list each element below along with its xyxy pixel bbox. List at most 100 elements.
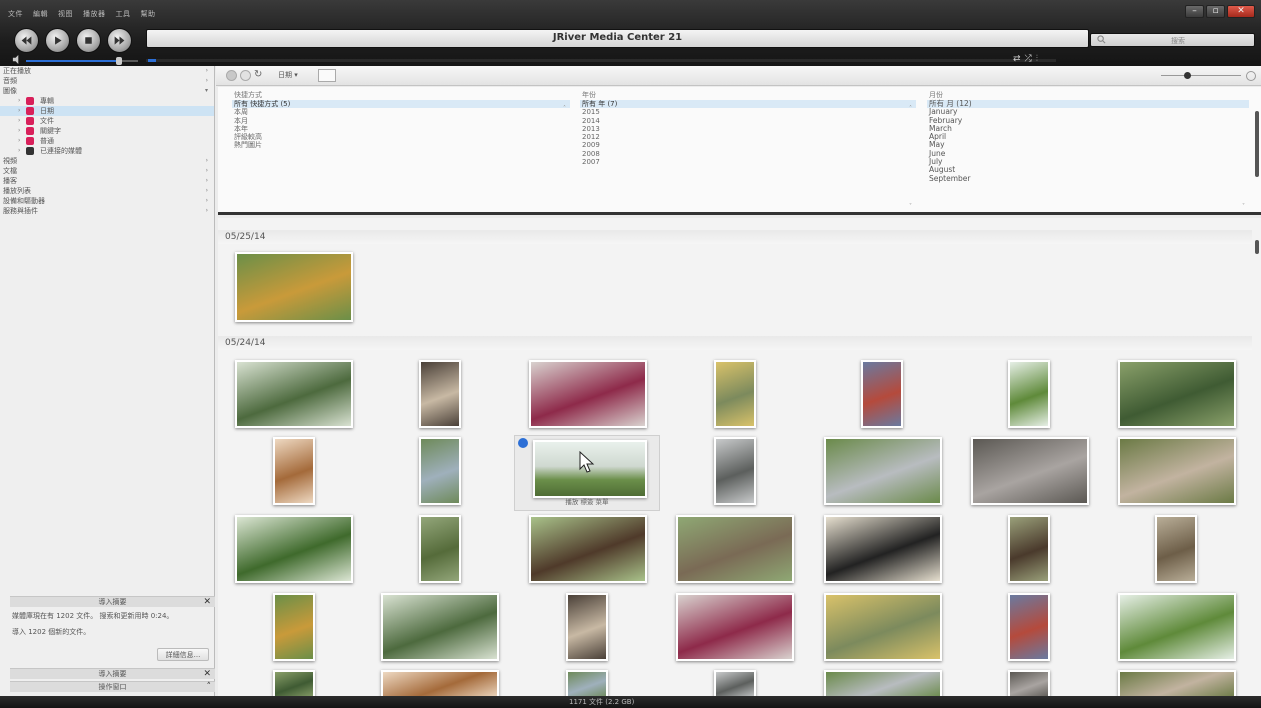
action-window-tab[interactable]: 操作窗口 ˄ (10, 681, 215, 692)
photo-thumbnail[interactable] (381, 670, 499, 696)
chevron-up-icon[interactable]: ˄ (909, 105, 912, 112)
category-item[interactable]: 本周 (232, 108, 570, 116)
photo-thumbnail[interactable] (235, 515, 353, 583)
photo-thumbnail[interactable] (273, 437, 315, 505)
category-item[interactable]: June (927, 149, 1249, 158)
category-item[interactable]: 2013 (580, 125, 916, 133)
sidebar-item[interactable]: 圖像 ▾ (0, 86, 214, 96)
sidebar-item[interactable]: 文檔 › (0, 166, 214, 176)
sidebar-item[interactable]: › 日期 (0, 106, 214, 116)
next-button[interactable] (107, 28, 132, 53)
volume-track[interactable] (26, 57, 138, 65)
photo-thumbnail[interactable] (529, 360, 647, 428)
close-button[interactable]: ✕ (1227, 5, 1255, 18)
photo-thumbnail[interactable] (824, 515, 942, 583)
restore-button[interactable]: ▫ (1206, 5, 1225, 18)
sidebar-item[interactable]: › 關鍵字 (0, 126, 214, 136)
category-item[interactable]: 2009 (580, 141, 916, 149)
equalizer-icon[interactable]: ⫶ (1036, 54, 1038, 64)
photo-thumbnail[interactable] (273, 670, 315, 696)
playback-progress[interactable] (146, 59, 1056, 62)
chevron-icon[interactable]: › (206, 166, 208, 176)
category-item[interactable]: 2014 (580, 117, 916, 125)
sidebar-item[interactable]: › 文件 (0, 116, 214, 126)
photo-thumbnail[interactable] (676, 593, 794, 661)
photo-thumbnail[interactable] (566, 670, 608, 696)
photo-thumbnail[interactable] (1118, 670, 1236, 696)
photo-thumbnail[interactable] (714, 360, 756, 428)
details-button[interactable]: 詳細信息... (157, 648, 209, 661)
close-icon[interactable]: ✕ (203, 597, 211, 608)
sidebar-item[interactable]: › 普通 (0, 136, 214, 146)
zoom-reset-icon[interactable] (1246, 71, 1256, 81)
sidebar-item[interactable]: › 已連接的媒體 (0, 146, 214, 156)
chevron-icon[interactable]: › (206, 76, 208, 86)
photo-thumbnail[interactable] (824, 437, 942, 505)
minimize-button[interactable]: – (1185, 5, 1204, 18)
search-input[interactable]: 搜索 (1090, 33, 1255, 47)
expand-icon[interactable]: › (18, 96, 20, 106)
photo-thumbnail[interactable] (273, 593, 315, 661)
photo-thumbnail[interactable] (529, 515, 647, 583)
sidebar-item[interactable]: 視頻 › (0, 156, 214, 166)
photo-thumbnail[interactable] (1008, 360, 1050, 428)
chevron-icon[interactable]: ▾ (205, 86, 208, 96)
photo-thumbnail[interactable] (419, 360, 461, 428)
chevron-icon[interactable]: › (206, 156, 208, 166)
chevron-up-icon[interactable]: ˄ (563, 105, 566, 112)
magnify-icon[interactable] (518, 438, 528, 448)
menu-file[interactable]: 文件 (8, 9, 23, 23)
category-item[interactable]: March (927, 124, 1249, 133)
category-item[interactable]: April (927, 132, 1249, 141)
category-item[interactable]: February (927, 116, 1249, 125)
category-item[interactable]: 所有 快捷方式 (5) (232, 100, 570, 109)
photo-thumbnail[interactable] (1118, 437, 1236, 505)
category-item[interactable]: 2015 (580, 108, 916, 116)
volume-knob[interactable] (116, 57, 122, 65)
menu-help[interactable]: 幫助 (141, 9, 156, 23)
stop-button[interactable] (76, 28, 101, 53)
import-summary-tab[interactable]: 導入摘要 ✕ (10, 668, 215, 679)
photo-thumbnail[interactable] (419, 515, 461, 583)
photo-thumbnail[interactable] (714, 437, 756, 505)
expand-icon[interactable]: › (18, 126, 20, 136)
menu-view[interactable]: 视图 (58, 9, 73, 23)
category-item[interactable]: July (927, 157, 1249, 166)
photo-thumbnail[interactable] (235, 252, 353, 322)
thumbnail-scrollbar[interactable] (1255, 240, 1259, 254)
photo-thumbnail[interactable] (1008, 593, 1050, 661)
category-item[interactable]: 本月 (232, 117, 570, 125)
photo-thumbnail[interactable] (235, 360, 353, 428)
zoom-knob[interactable] (1184, 72, 1191, 79)
photo-thumbnail[interactable] (676, 515, 794, 583)
sidebar-item[interactable]: 正在播放 › (0, 66, 214, 76)
sidebar-item[interactable]: 播客 › (0, 176, 214, 186)
category-item[interactable]: August (927, 166, 1249, 175)
chevron-down-icon[interactable]: ˅ (909, 203, 912, 210)
chevron-down-icon[interactable]: ˅ (1242, 203, 1245, 210)
photo-thumbnail[interactable] (824, 593, 942, 661)
hover-actions[interactable]: 播放 標簽 菜單 (515, 496, 659, 506)
category-item[interactable]: May (927, 141, 1249, 150)
hover-preview-card[interactable]: 播放 標簽 菜單 (514, 435, 660, 511)
close-icon[interactable]: ✕ (203, 669, 211, 680)
sidebar-item[interactable]: 設備和驅動器 › (0, 196, 214, 206)
category-item[interactable]: 熱門圖片 (232, 141, 570, 149)
play-button[interactable] (45, 28, 70, 53)
view-scheme-dropdown[interactable]: 日期 ▾ (278, 69, 298, 82)
forward-button[interactable] (240, 70, 251, 81)
sidebar-item[interactable]: 服務與插件 › (0, 206, 214, 216)
photo-thumbnail[interactable] (1118, 593, 1236, 661)
category-item[interactable]: January (927, 107, 1249, 116)
photo-thumbnail[interactable] (714, 670, 756, 696)
chevron-icon[interactable]: › (206, 66, 208, 76)
expand-icon[interactable]: › (18, 136, 20, 146)
menu-tools[interactable]: 工具 (116, 9, 131, 23)
photo-thumbnail[interactable] (1155, 515, 1197, 583)
category-item[interactable]: September (927, 174, 1249, 183)
expand-icon[interactable]: › (18, 116, 20, 126)
category-item[interactable]: 2007 (580, 158, 916, 166)
chevron-icon[interactable]: › (206, 206, 208, 216)
refresh-icon[interactable]: ↻ (254, 69, 262, 80)
previous-button[interactable] (14, 28, 39, 53)
